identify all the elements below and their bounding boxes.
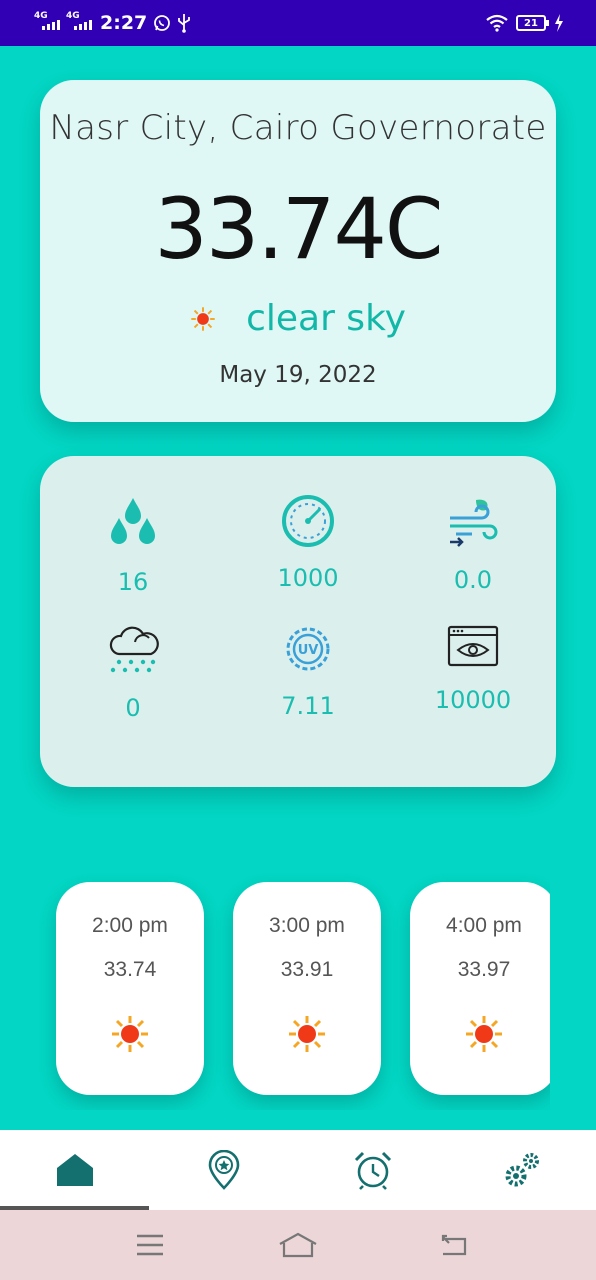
wifi-icon (486, 14, 508, 32)
sun-icon (191, 306, 215, 331)
location-pin-icon (208, 1150, 239, 1190)
back-icon (441, 1234, 467, 1256)
hourly-forecast-item[interactable]: 3:00 pm 33.91 (233, 882, 381, 1095)
uv-stat: UV 7.11 (238, 622, 378, 720)
alarm-clock-icon (354, 1151, 391, 1190)
hour-time: 4:00 pm (446, 914, 522, 937)
hourly-forecast-list[interactable]: 2:00 pm 33.74 3:00 pm 33.91 4:00 pm 33.9… (0, 870, 550, 1110)
signal-icon: 4G (34, 12, 60, 34)
menu-icon (137, 1234, 163, 1256)
pressure-value: 1000 (277, 564, 339, 592)
bottom-navigation (0, 1130, 596, 1210)
humidity-icon (111, 498, 155, 544)
wind-value: 0.0 (453, 566, 493, 594)
network-type: 4G (66, 11, 80, 21)
hour-time: 2:00 pm (92, 914, 168, 937)
whatsapp-icon (154, 15, 171, 31)
nav-settings[interactable] (447, 1130, 596, 1210)
weather-description-row: clear sky (40, 298, 556, 339)
rain-cloud-icon (109, 626, 159, 673)
location-name: Nasr City, Cairo Governorate (49, 108, 547, 148)
status-time: 2:27 (100, 12, 148, 34)
weather-details-card: 16 1000 0.0 0 UV 7.11 10000 (40, 456, 556, 787)
back-button[interactable] (434, 1230, 474, 1260)
battery-icon: 21 (516, 15, 549, 31)
uv-value: 7.11 (281, 692, 335, 720)
visibility-icon (447, 625, 499, 667)
hourly-forecast-item[interactable]: 2:00 pm 33.74 (56, 882, 204, 1095)
charging-icon (555, 14, 563, 32)
wind-stat: 0.0 (403, 496, 543, 594)
humidity-value: 16 (117, 568, 149, 596)
nav-home[interactable] (0, 1130, 149, 1210)
sun-icon (289, 1016, 325, 1052)
home-icon (56, 1154, 93, 1186)
usb-icon (178, 14, 191, 33)
signal-icon: 4G (66, 12, 92, 34)
nav-locations[interactable] (149, 1130, 298, 1210)
pressure-stat: 1000 (238, 494, 378, 592)
svg-text:UV: UV (298, 643, 319, 658)
weather-description: clear sky (246, 298, 406, 339)
current-temperature: 33.74C (154, 180, 443, 278)
sun-icon (466, 1016, 502, 1052)
status-right: 21 (486, 0, 564, 46)
home-button[interactable] (278, 1230, 318, 1260)
rain-value: 0 (125, 694, 141, 722)
rain-stat: 0 (63, 622, 203, 722)
status-bar: 4G 4G 2:27 21 (0, 0, 596, 46)
current-weather-card: Nasr City, Cairo Governorate 33.74C clea… (40, 80, 556, 422)
hour-temp: 33.97 (457, 958, 511, 981)
hour-time: 3:00 pm (269, 914, 345, 937)
visibility-stat: 10000 (403, 624, 543, 714)
hour-temp: 33.74 (103, 958, 157, 981)
weather-date: May 19, 2022 (219, 362, 377, 388)
status-left: 4G 4G 2:27 (34, 0, 191, 46)
pressure-gauge-icon (282, 495, 334, 547)
humidity-stat: 16 (63, 496, 203, 596)
nav-alarms[interactable] (298, 1130, 447, 1210)
uv-index-icon: UV (286, 627, 330, 671)
hour-temp: 33.91 (280, 958, 334, 981)
sun-icon (112, 1016, 148, 1052)
recent-apps-button[interactable] (130, 1230, 170, 1260)
hourly-forecast-item[interactable]: 4:00 pm 33.97 (410, 882, 550, 1095)
settings-gears-icon (505, 1153, 539, 1187)
visibility-value: 10000 (434, 686, 512, 714)
home-outline-icon (279, 1232, 317, 1258)
wind-icon (450, 499, 498, 547)
system-navigation-bar (0, 1210, 596, 1280)
network-type: 4G (34, 11, 48, 21)
battery-level: 21 (524, 17, 538, 29)
